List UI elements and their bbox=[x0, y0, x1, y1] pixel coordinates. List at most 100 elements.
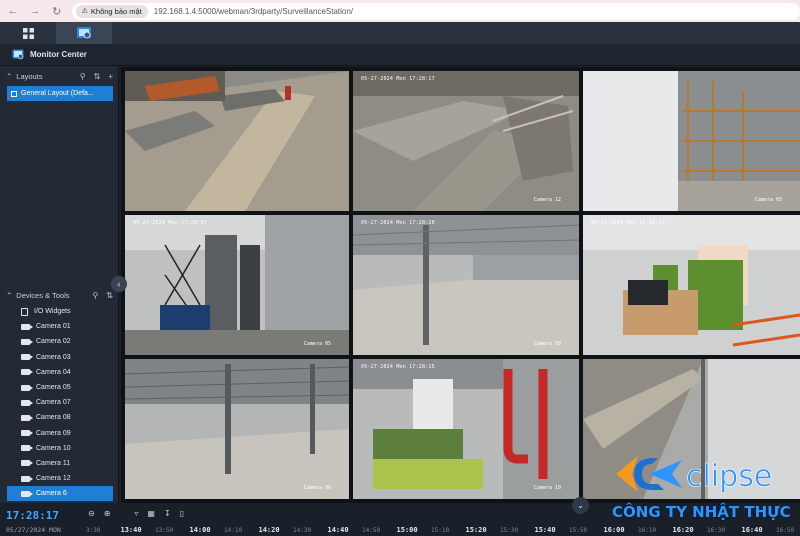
timeline-tick-label: 14:00 bbox=[189, 526, 211, 534]
layout-icon bbox=[11, 90, 17, 97]
devices-header: Devices & Tools bbox=[16, 290, 70, 300]
feed-timestamp: 05-27-2024 Mon 17:28:20 bbox=[361, 220, 435, 226]
camera-list-item[interactable]: Camera 08 bbox=[7, 410, 113, 425]
feed-camera-name: Camera 08 bbox=[533, 341, 561, 347]
chevron-up-icon[interactable]: ⌃ bbox=[6, 72, 12, 81]
io-widget-icon bbox=[21, 307, 28, 316]
timeline-tick-label: 14:50 bbox=[362, 527, 381, 534]
camera-icon bbox=[21, 414, 33, 421]
timeline-tick-label: 13:50 bbox=[155, 527, 174, 534]
camera-view-image bbox=[125, 71, 349, 211]
camera-icon bbox=[21, 399, 33, 406]
feed-timestamp: 05-27-2024 Mon 17:28:17 bbox=[591, 220, 665, 226]
camera-list-item[interactable]: Camera 09 bbox=[7, 426, 113, 441]
camera-icon bbox=[21, 490, 33, 497]
devices-section-header[interactable]: ⌃ Devices & Tools ⚲ ⇅ bbox=[0, 286, 119, 304]
current-date: 05/27/2024 MON bbox=[6, 526, 61, 534]
chevron-down-icon: ⌄ bbox=[577, 501, 584, 510]
camera-view-image bbox=[583, 71, 800, 211]
camera-list-item[interactable]: Camera 03 bbox=[7, 350, 113, 365]
camera-list-item[interactable]: Camera 05 bbox=[7, 380, 113, 395]
feed-camera-name: Camera 05 bbox=[303, 341, 331, 347]
timeline-tick-label: 15:50 bbox=[569, 527, 588, 534]
timeline-tick-label: 15:10 bbox=[431, 527, 450, 534]
timeline-tick-label: 15:30 bbox=[500, 527, 519, 534]
address-bar[interactable]: ⚠ Không bảo mật 192.168.1.4:5000/webman/… bbox=[71, 2, 800, 20]
layouts-section-header[interactable]: ⌃ Layouts ⚲ ⇅ + bbox=[0, 67, 119, 85]
search-icon[interactable]: ⚲ bbox=[92, 291, 98, 300]
camera-feed[interactable] bbox=[125, 71, 349, 211]
camera-feed[interactable]: Camera 09 bbox=[125, 359, 349, 499]
camera-list-item[interactable]: Camera 12 bbox=[7, 471, 113, 486]
device-label: Camera 05 bbox=[36, 384, 71, 392]
camera-feed[interactable]: 05-27-2024 Mon 17:28:17 bbox=[583, 215, 800, 355]
url-text: 192.168.1.4:5000/webman/3rdparty/Surveil… bbox=[153, 6, 354, 16]
camera-list-item[interactable]: Camera 02 bbox=[7, 334, 113, 349]
device-label: Camera 11 bbox=[36, 459, 71, 467]
layouts-header: Layouts bbox=[16, 71, 43, 81]
security-label: Không bảo mật bbox=[90, 6, 142, 16]
monitor-center-tab[interactable] bbox=[56, 22, 112, 44]
camera-list-item[interactable]: Camera 6 bbox=[7, 486, 113, 502]
camera-icon bbox=[21, 338, 33, 345]
timeline-tick-label: 14:10 bbox=[224, 527, 243, 534]
device-label: Camera 03 bbox=[36, 353, 71, 361]
add-icon[interactable]: + bbox=[108, 72, 113, 81]
logo-text: clipse bbox=[686, 459, 772, 494]
sort-icon[interactable]: ⇅ bbox=[94, 72, 101, 81]
forward-icon[interactable]: → bbox=[28, 4, 42, 18]
eclipse-logo: clipse bbox=[616, 456, 773, 494]
bookmark-icon[interactable]: ▯ bbox=[180, 509, 184, 518]
collapse-sidebar-button[interactable]: ‹ bbox=[111, 276, 127, 292]
layout-item-label: General Layout (Defa... bbox=[21, 90, 94, 97]
timeline-tick-label: 14:20 bbox=[258, 526, 280, 534]
timeline-tick-label: 16:10 bbox=[638, 527, 657, 534]
warning-icon: ⚠ bbox=[81, 8, 88, 15]
scroll-down-button[interactable]: ⌄ bbox=[572, 497, 589, 514]
timeline-tick-label: 15:40 bbox=[534, 526, 556, 534]
camera-feed[interactable]: Camera 03 bbox=[583, 71, 800, 211]
device-label: Camera 10 bbox=[36, 444, 71, 452]
main-menu-button[interactable] bbox=[0, 22, 56, 44]
device-label: Camera 08 bbox=[36, 414, 71, 422]
feed-camera-name: Camera 10 bbox=[533, 485, 561, 491]
camera-grid: 05-27-2024 Mon 17:28:17 Camera 12 Camera… bbox=[121, 67, 800, 503]
timeline-tick-label: 13:40 bbox=[120, 526, 142, 534]
zoom-in-icon[interactable]: ⊕ bbox=[104, 509, 111, 518]
zoom-out-icon[interactable]: ⊖ bbox=[88, 509, 95, 518]
search-icon[interactable]: ⚲ bbox=[80, 72, 86, 81]
camera-icon bbox=[21, 460, 33, 467]
camera-feed[interactable]: 05-27-2024 Mon 17:28:17 Camera 12 bbox=[353, 71, 579, 211]
camera-list-item[interactable]: Camera 07 bbox=[7, 395, 113, 410]
timeline-tick-label: 16:20 bbox=[672, 526, 694, 534]
timeline-tick-label: 15:20 bbox=[465, 526, 487, 534]
app-taskbar bbox=[0, 22, 800, 44]
camera-feed[interactable]: 05-27-2024 Mon 17:28:17 Camera 05 bbox=[125, 215, 349, 355]
camera-list-item[interactable]: Camera 01 bbox=[7, 319, 113, 334]
device-list: I/O Widgets Camera 01 Camera 02 Camera 03 Ca… bbox=[7, 304, 113, 502]
window-title-bar: Monitor Center bbox=[0, 44, 800, 66]
feed-camera-name: Camera 09 bbox=[303, 485, 331, 491]
feed-timestamp: 05-27-2024 Mon 17:28:15 bbox=[361, 364, 435, 370]
device-label: Camera 6 bbox=[36, 490, 67, 498]
io-widgets-item[interactable]: I/O Widgets bbox=[7, 304, 113, 319]
camera-list-item[interactable]: Camera 04 bbox=[7, 365, 113, 380]
reload-icon[interactable]: ↻ bbox=[50, 4, 64, 18]
camera-view-image bbox=[353, 71, 579, 211]
filter-icon[interactable]: ▿ bbox=[134, 509, 138, 518]
feed-timestamp: 05-27-2024 Mon 17:28:17 bbox=[361, 76, 435, 82]
calendar-icon[interactable]: ▦ bbox=[147, 509, 155, 518]
device-label: I/O Widgets bbox=[34, 308, 71, 316]
camera-list-item[interactable]: Camera 11 bbox=[7, 456, 113, 471]
camera-list-item[interactable]: Camera 10 bbox=[7, 441, 113, 456]
back-icon[interactable]: ← bbox=[6, 4, 20, 18]
camera-view-image bbox=[125, 359, 349, 499]
download-icon[interactable]: ↧ bbox=[164, 509, 171, 518]
camera-feed[interactable]: 05-27-2024 Mon 17:28:15 Camera 10 bbox=[353, 359, 579, 499]
sort-icon[interactable]: ⇅ bbox=[106, 291, 113, 300]
security-indicator[interactable]: ⚠ Không bảo mật bbox=[75, 4, 148, 18]
layout-item-general[interactable]: General Layout (Defa... bbox=[7, 86, 113, 101]
chevron-left-icon: ‹ bbox=[117, 279, 121, 289]
chevron-up-icon[interactable]: ⌃ bbox=[6, 291, 12, 300]
camera-feed[interactable]: 05-27-2024 Mon 17:28:20 Camera 08 bbox=[353, 215, 579, 355]
